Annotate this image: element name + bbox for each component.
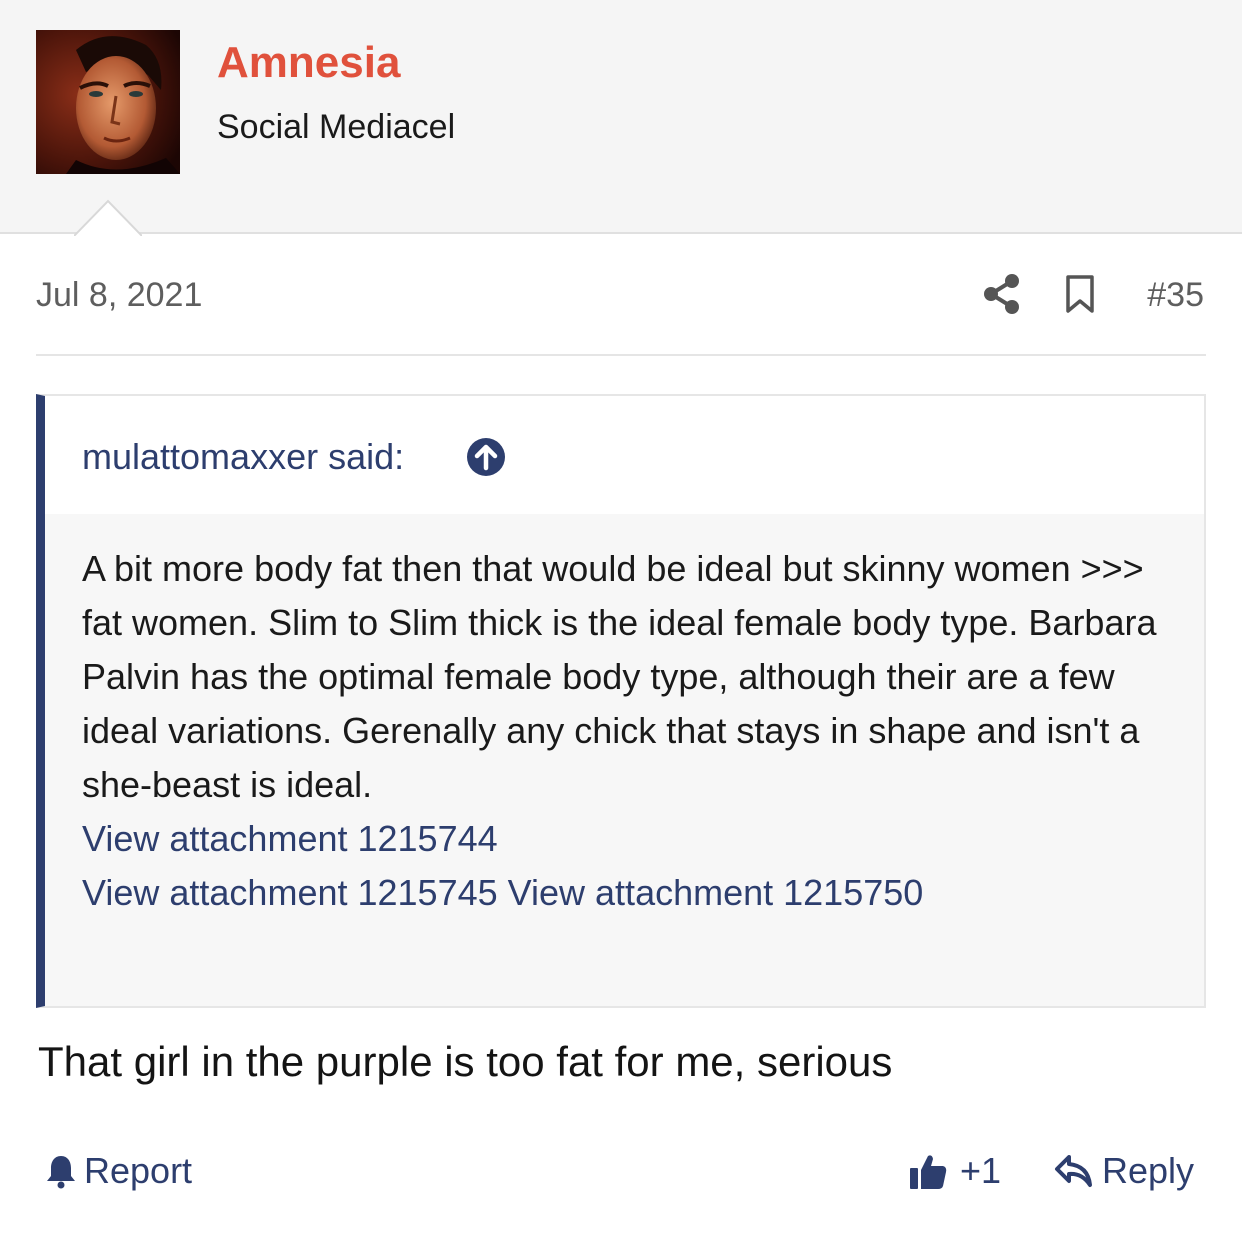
header-pointer bbox=[74, 199, 142, 236]
post-message: That girl in the purple is too fat for m… bbox=[38, 1038, 893, 1085]
author-title: Social Mediacel bbox=[217, 108, 456, 146]
quote-body: A bit more body fat then that would be i… bbox=[82, 542, 1192, 920]
like-button[interactable]: +1 bbox=[908, 1150, 1001, 1192]
author-name[interactable]: Amnesia bbox=[217, 38, 400, 88]
avatar[interactable] bbox=[36, 30, 180, 174]
post-header: Amnesia Social Mediacel bbox=[0, 0, 1242, 236]
attachment-link[interactable]: View attachment 1215745 bbox=[82, 872, 498, 913]
attachment-link[interactable]: View attachment 1215750 bbox=[508, 872, 924, 913]
quote-text: A bit more body fat then that would be i… bbox=[82, 548, 1157, 805]
reply-label: Reply bbox=[1102, 1150, 1195, 1191]
post-number[interactable]: #35 bbox=[1147, 276, 1204, 315]
blockquote: mulattomaxxer said: A bit more body fat … bbox=[36, 394, 1206, 1008]
attachment-link[interactable]: View attachment 1215744 bbox=[82, 818, 498, 859]
arrow-up-circle-icon[interactable] bbox=[466, 437, 506, 477]
like-count: +1 bbox=[960, 1150, 1002, 1191]
share-icon[interactable] bbox=[982, 272, 1022, 316]
reply-button[interactable]: Reply bbox=[1054, 1150, 1194, 1192]
bookmark-icon[interactable] bbox=[1062, 274, 1098, 314]
post-date[interactable]: Jul 8, 2021 bbox=[36, 276, 202, 315]
quote-attribution[interactable]: mulattomaxxer said: bbox=[82, 436, 404, 478]
reply-icon bbox=[1055, 1155, 1092, 1187]
thumbs-up-icon bbox=[910, 1155, 947, 1189]
quote-header: mulattomaxxer said: bbox=[45, 396, 1204, 514]
report-button[interactable]: Report bbox=[44, 1150, 192, 1192]
report-label: Report bbox=[84, 1150, 193, 1191]
post-actions: Report +1 Reply bbox=[0, 1142, 1242, 1202]
bell-icon bbox=[47, 1156, 75, 1189]
post-meta: Jul 8, 2021 #35 bbox=[36, 272, 1206, 356]
